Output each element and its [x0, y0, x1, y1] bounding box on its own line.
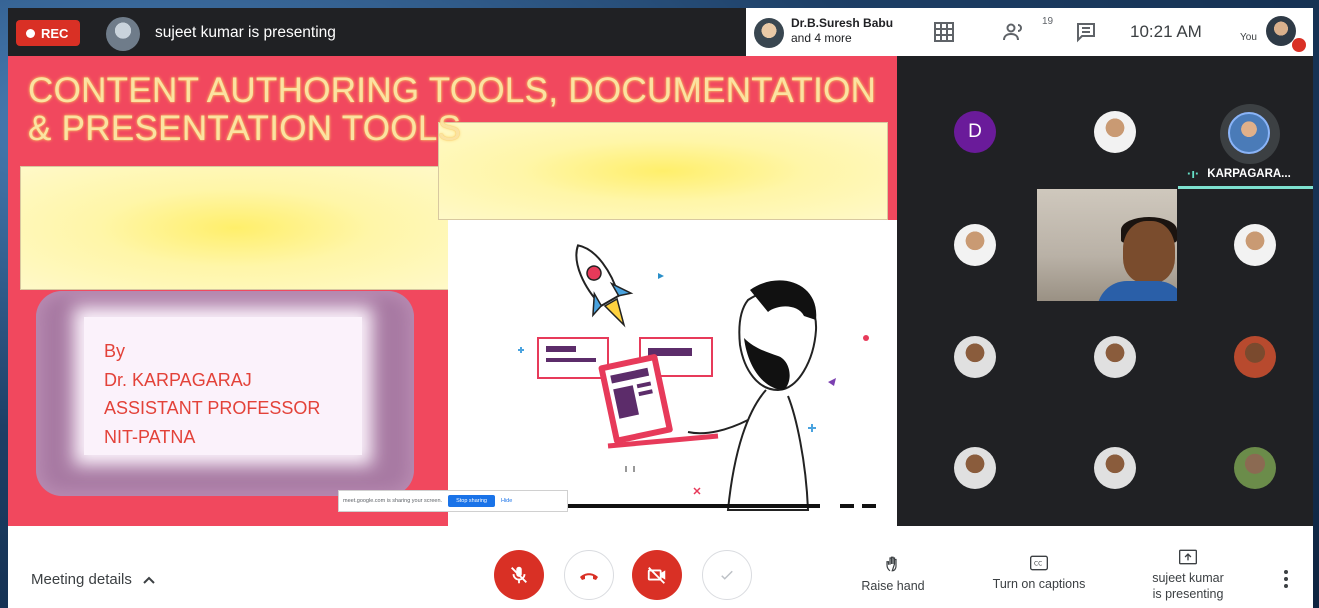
chevron-up-icon	[143, 576, 155, 584]
participant-tile[interactable]	[954, 336, 996, 378]
decorative-glow-box-left	[20, 166, 450, 290]
self-mic-muted-icon	[1292, 38, 1306, 52]
video-person-shirt	[1097, 281, 1177, 301]
participant-tile[interactable]	[1094, 336, 1136, 378]
participant-video-tile[interactable]	[1037, 189, 1177, 301]
participant-tile[interactable]	[1094, 447, 1136, 489]
author-card	[36, 291, 414, 496]
participant-tile[interactable]	[1234, 447, 1276, 489]
presenter-avatar	[106, 17, 140, 51]
presenting-button[interactable]: sujeet kumar is presenting	[1138, 548, 1238, 602]
recording-label: REC	[41, 25, 69, 41]
hide-notice-button[interactable]: Hide	[501, 498, 512, 504]
author-line: ASSISTANT PROFESSOR	[104, 398, 321, 418]
raise-hand-label: Raise hand	[861, 579, 925, 593]
presenting-status: sujeet kumar is presenting	[155, 24, 336, 41]
record-dot-icon	[26, 28, 35, 38]
present-screen-icon	[1179, 549, 1197, 565]
mic-toggle-button[interactable]	[494, 550, 544, 600]
screen-share-notice: meet.google.com is sharing your screen. …	[338, 490, 568, 512]
presenting-line: sujeet kumar	[1152, 571, 1224, 585]
shared-screen-slide: CONTENT AUTHORING TOOLS, DOCUMENTATION &…	[8, 56, 897, 526]
camera-off-icon	[647, 567, 666, 584]
hand-icon	[886, 556, 897, 572]
camera-toggle-button[interactable]	[632, 550, 682, 600]
layout-grid-icon[interactable]	[932, 20, 956, 44]
svg-text:CC: CC	[1034, 562, 1042, 568]
participant-avatar[interactable]	[754, 18, 784, 48]
closed-captions-icon: CC	[1030, 555, 1048, 571]
people-icon[interactable]	[1002, 20, 1026, 44]
participant-tile[interactable]: D	[954, 111, 996, 153]
participant-more-count: and 4 more	[791, 31, 852, 45]
author-line: NIT-PATNA	[104, 427, 196, 447]
hang-up-icon	[580, 573, 598, 580]
active-speaker-label: ·ı· KARPAGARA...	[1187, 166, 1291, 181]
checkmark-icon	[721, 570, 733, 580]
captions-label: Turn on captions	[992, 577, 1086, 591]
slide-title: CONTENT AUTHORING TOOLS, DOCUMENTATION &…	[28, 72, 876, 148]
participant-tile[interactable]	[1234, 336, 1276, 378]
chat-icon[interactable]	[1074, 20, 1098, 44]
captions-button[interactable]: CC Turn on captions	[984, 554, 1094, 592]
participant-grid: D ·ı· KARPAGARA...	[897, 56, 1313, 526]
rocket-laptop-illustration	[518, 244, 876, 511]
present-confirm-button[interactable]	[702, 550, 752, 600]
meeting-info-panel: Dr.B.Suresh Babu and 4 more 19 10:21 AM …	[746, 8, 1313, 56]
meeting-details-button[interactable]: Meeting details	[31, 571, 156, 588]
video-person-face	[1123, 221, 1175, 283]
participant-initial: D	[968, 121, 982, 142]
participant-tile-active-speaker[interactable]	[1228, 112, 1270, 154]
author-line: By	[104, 341, 126, 361]
top-bar: REC sujeet kumar is presenting Dr.B.Sure…	[8, 8, 1313, 56]
presenting-line: is presenting	[1152, 587, 1224, 601]
participant-tile[interactable]	[954, 224, 996, 266]
participant-tile[interactable]	[1234, 224, 1276, 266]
illustration-panel	[448, 220, 897, 526]
share-notice-text: meet.google.com is sharing your screen.	[343, 498, 443, 504]
stop-sharing-button[interactable]: Stop sharing	[448, 495, 495, 507]
participant-primary-name: Dr.B.Suresh Babu	[791, 16, 894, 30]
meet-window: REC sujeet kumar is presenting Dr.B.Sure…	[8, 8, 1313, 608]
people-count-badge: 19	[1042, 16, 1054, 27]
author-line: Dr. KARPAGARAJ	[104, 370, 252, 390]
mic-off-icon	[511, 566, 527, 584]
bottom-control-bar: Meeting details Raise hand CC Turn on ca…	[8, 526, 1313, 608]
raise-hand-button[interactable]: Raise hand	[858, 554, 928, 594]
active-speaker-name: KARPAGARA...	[1207, 167, 1291, 180]
slide-title-line: CONTENT AUTHORING TOOLS, DOCUMENTATION	[28, 71, 877, 110]
participant-tile[interactable]	[1094, 111, 1136, 153]
meeting-details-label: Meeting details	[31, 571, 132, 588]
leave-call-button[interactable]	[564, 550, 614, 600]
speaking-indicator-icon: ·ı·	[1187, 166, 1200, 181]
participant-summary[interactable]: Dr.B.Suresh Babu and 4 more	[791, 16, 893, 46]
slide-title-line: & PRESENTATION TOOLS	[28, 109, 462, 148]
participant-tile[interactable]	[954, 447, 996, 489]
you-label: You	[1240, 32, 1257, 43]
more-options-icon[interactable]	[1282, 568, 1290, 590]
active-speaker-underline	[1178, 186, 1313, 189]
recording-indicator: REC	[16, 20, 81, 46]
clock-time: 10:21 AM	[1130, 22, 1202, 41]
